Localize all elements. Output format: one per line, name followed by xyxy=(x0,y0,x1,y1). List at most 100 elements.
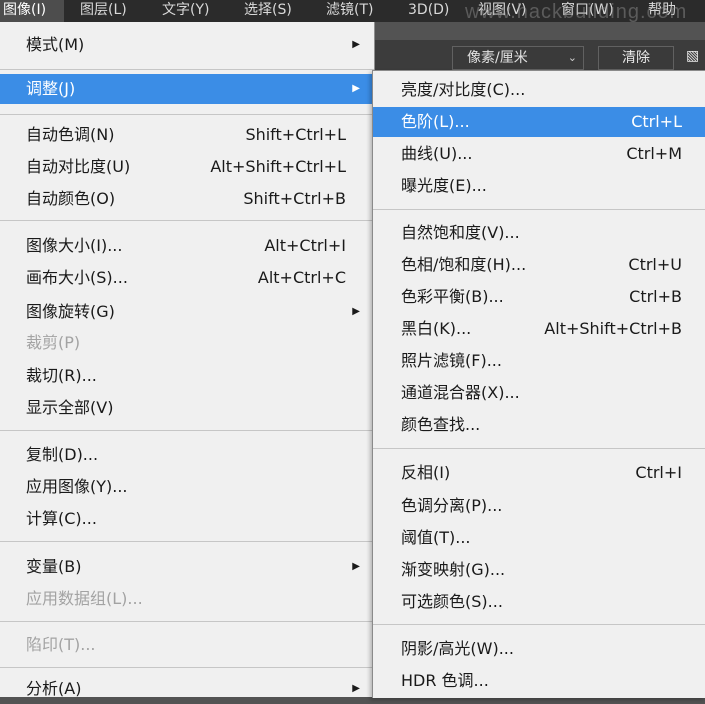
menu-item-label: 通道混合器(X)... xyxy=(401,383,520,402)
menu-item-trap: 陷印(T)... xyxy=(0,630,374,660)
menu-item-label: 裁剪(P) xyxy=(26,333,81,352)
clear-button[interactable]: 清除 xyxy=(598,46,674,70)
adjustments-submenu: 亮度/对比度(C)... 色阶(L)... Ctrl+L 曲线(U)... Ct… xyxy=(372,70,705,698)
menu-item-brightness-contrast[interactable]: 亮度/对比度(C)... xyxy=(373,75,705,105)
menu-item-label: 曝光度(E)... xyxy=(401,176,487,195)
menu-item-shortcut: Alt+Shift+Ctrl+L xyxy=(210,157,346,176)
menu-item-shortcut: Shift+Ctrl+B xyxy=(243,189,346,208)
menu-item-shortcut: Shift+Ctrl+L xyxy=(245,125,346,144)
menu-item-label: 色相/饱和度(H)... xyxy=(401,255,527,274)
menu-layer[interactable]: 图层(L) xyxy=(80,0,127,22)
menu-item-reveal-all[interactable]: 显示全部(V) xyxy=(0,393,374,423)
menu-item-mode[interactable]: 模式(M) ▶ xyxy=(0,30,374,60)
menu-item-trim[interactable]: 裁切(R)... xyxy=(0,361,374,391)
menu-3d[interactable]: 3D(D) xyxy=(408,0,449,22)
menu-separator xyxy=(0,220,374,221)
menu-separator xyxy=(373,624,705,625)
menu-item-auto-tone[interactable]: 自动色调(N) Shift+Ctrl+L xyxy=(0,120,374,150)
menu-item-label: 色彩平衡(B)... xyxy=(401,287,504,306)
menu-item-hdr-toning[interactable]: HDR 色调... xyxy=(373,666,705,696)
menu-item-apply-data-set: 应用数据组(L)... xyxy=(0,584,374,614)
menu-item-image-rotation[interactable]: 图像旋转(G) ▶ xyxy=(0,297,374,327)
menu-item-shortcut: Alt+Shift+Ctrl+B xyxy=(544,319,682,338)
menu-item-variables[interactable]: 变量(B) ▶ xyxy=(0,552,374,582)
menu-item-shortcut: Ctrl+I xyxy=(635,463,682,482)
menu-item-threshold[interactable]: 阈值(T)... xyxy=(373,523,705,553)
submenu-arrow-icon: ▶ xyxy=(352,306,360,317)
menu-image[interactable]: 图像(I) xyxy=(0,0,64,22)
menu-separator xyxy=(0,541,374,542)
menu-item-photo-filter[interactable]: 照片滤镜(F)... xyxy=(373,346,705,376)
menu-separator xyxy=(0,69,374,70)
menu-item-label: 可选颜色(S)... xyxy=(401,592,503,611)
menu-item-color-lookup[interactable]: 颜色查找... xyxy=(373,410,705,440)
menu-separator xyxy=(373,209,705,210)
menu-item-posterize[interactable]: 色调分离(P)... xyxy=(373,491,705,521)
menu-item-canvas-size[interactable]: 画布大小(S)... Alt+Ctrl+C xyxy=(0,263,374,293)
menu-item-label: 图像旋转(G) xyxy=(26,302,115,321)
menu-item-auto-color[interactable]: 自动颜色(O) Shift+Ctrl+B xyxy=(0,184,374,214)
menu-item-label: 自动颜色(O) xyxy=(26,189,116,208)
menu-item-color-balance[interactable]: 色彩平衡(B)... Ctrl+B xyxy=(373,282,705,312)
menu-item-label: 计算(C)... xyxy=(26,509,97,528)
menu-item-label: 画布大小(S)... xyxy=(26,268,128,287)
menu-item-label: 裁切(R)... xyxy=(26,366,97,385)
menu-item-label: 色阶(L)... xyxy=(401,112,470,131)
menu-item-analysis[interactable]: 分析(A) ▶ xyxy=(0,674,374,704)
menu-item-vibrance[interactable]: 自然饱和度(V)... xyxy=(373,218,705,248)
menu-item-shortcut: Alt+Ctrl+C xyxy=(257,268,346,287)
menu-item-invert[interactable]: 反相(I) Ctrl+I xyxy=(373,458,705,488)
chevron-down-icon: ⌄ xyxy=(567,51,577,64)
menu-item-label: 显示全部(V) xyxy=(26,398,114,417)
menu-item-adjustments[interactable]: 调整(J) ▶ xyxy=(0,74,374,104)
menu-filter[interactable]: 滤镜(T) xyxy=(326,0,373,22)
menu-item-image-size[interactable]: 图像大小(I)... Alt+Ctrl+I xyxy=(0,231,374,261)
menu-item-apply-image[interactable]: 应用图像(Y)... xyxy=(0,472,374,502)
menu-item-label: 陷印(T)... xyxy=(26,635,96,654)
menu-item-levels[interactable]: 色阶(L)... Ctrl+L xyxy=(373,107,705,137)
menu-separator xyxy=(0,667,374,668)
menu-item-label: 自动色调(N) xyxy=(26,125,115,144)
menu-separator xyxy=(0,430,374,431)
menu-item-auto-contrast[interactable]: 自动对比度(U) Alt+Shift+Ctrl+L xyxy=(0,152,374,182)
menu-item-black-white[interactable]: 黑白(K)... Alt+Shift+Ctrl+B xyxy=(373,314,705,344)
menu-separator xyxy=(0,621,374,622)
menu-select[interactable]: 选择(S) xyxy=(244,0,292,22)
menu-item-label: 黑白(K)... xyxy=(401,319,472,338)
options-icon[interactable]: ▧ xyxy=(686,48,700,68)
menu-item-exposure[interactable]: 曝光度(E)... xyxy=(373,171,705,201)
menu-item-label: 阈值(T)... xyxy=(401,528,471,547)
menu-item-label: 反相(I) xyxy=(401,463,451,482)
watermark: www.hackbuilding.com xyxy=(465,1,688,23)
submenu-arrow-icon: ▶ xyxy=(352,683,360,694)
menu-item-shortcut: Ctrl+L xyxy=(631,112,682,131)
menu-item-shortcut: Ctrl+M xyxy=(626,144,682,163)
menu-item-gradient-map[interactable]: 渐变映射(G)... xyxy=(373,555,705,585)
menu-item-selective-color[interactable]: 可选颜色(S)... xyxy=(373,587,705,617)
menu-item-label: 复制(D)... xyxy=(26,445,99,464)
menu-item-hue-saturation[interactable]: 色相/饱和度(H)... Ctrl+U xyxy=(373,250,705,280)
menu-item-label: 应用图像(Y)... xyxy=(26,477,128,496)
menu-item-label: 图像大小(I)... xyxy=(26,236,123,255)
menu-item-label: 分析(A) xyxy=(26,679,82,698)
menu-item-label: 自然饱和度(V)... xyxy=(401,223,520,242)
menu-item-curves[interactable]: 曲线(U)... Ctrl+M xyxy=(373,139,705,169)
menu-separator xyxy=(0,114,374,115)
menu-item-shortcut: Ctrl+B xyxy=(629,287,682,306)
menu-item-shadows-highlights[interactable]: 阴影/高光(W)... xyxy=(373,634,705,664)
menu-item-label: 模式(M) xyxy=(26,35,85,54)
menu-item-calculations[interactable]: 计算(C)... xyxy=(0,504,374,534)
menu-item-label: 调整(J) xyxy=(26,79,76,98)
menu-item-shortcut: Ctrl+U xyxy=(628,255,682,274)
menu-item-channel-mixer[interactable]: 通道混合器(X)... xyxy=(373,378,705,408)
menu-item-label: 亮度/对比度(C)... xyxy=(401,80,526,99)
menu-item-duplicate[interactable]: 复制(D)... xyxy=(0,440,374,470)
menu-type[interactable]: 文字(Y) xyxy=(162,0,209,22)
menu-item-label: 阴影/高光(W)... xyxy=(401,639,514,658)
menu-item-shortcut: Alt+Ctrl+I xyxy=(264,236,346,255)
menu-item-label: 照片滤镜(F)... xyxy=(401,351,502,370)
submenu-arrow-icon: ▶ xyxy=(352,39,360,50)
unit-select[interactable]: 像素/厘米 ⌄ xyxy=(452,46,584,70)
menu-item-label: HDR 色调... xyxy=(401,671,489,690)
menubar: 图像(I) 图层(L) 文字(Y) 选择(S) 滤镜(T) 3D(D) 视图(V… xyxy=(0,0,705,23)
